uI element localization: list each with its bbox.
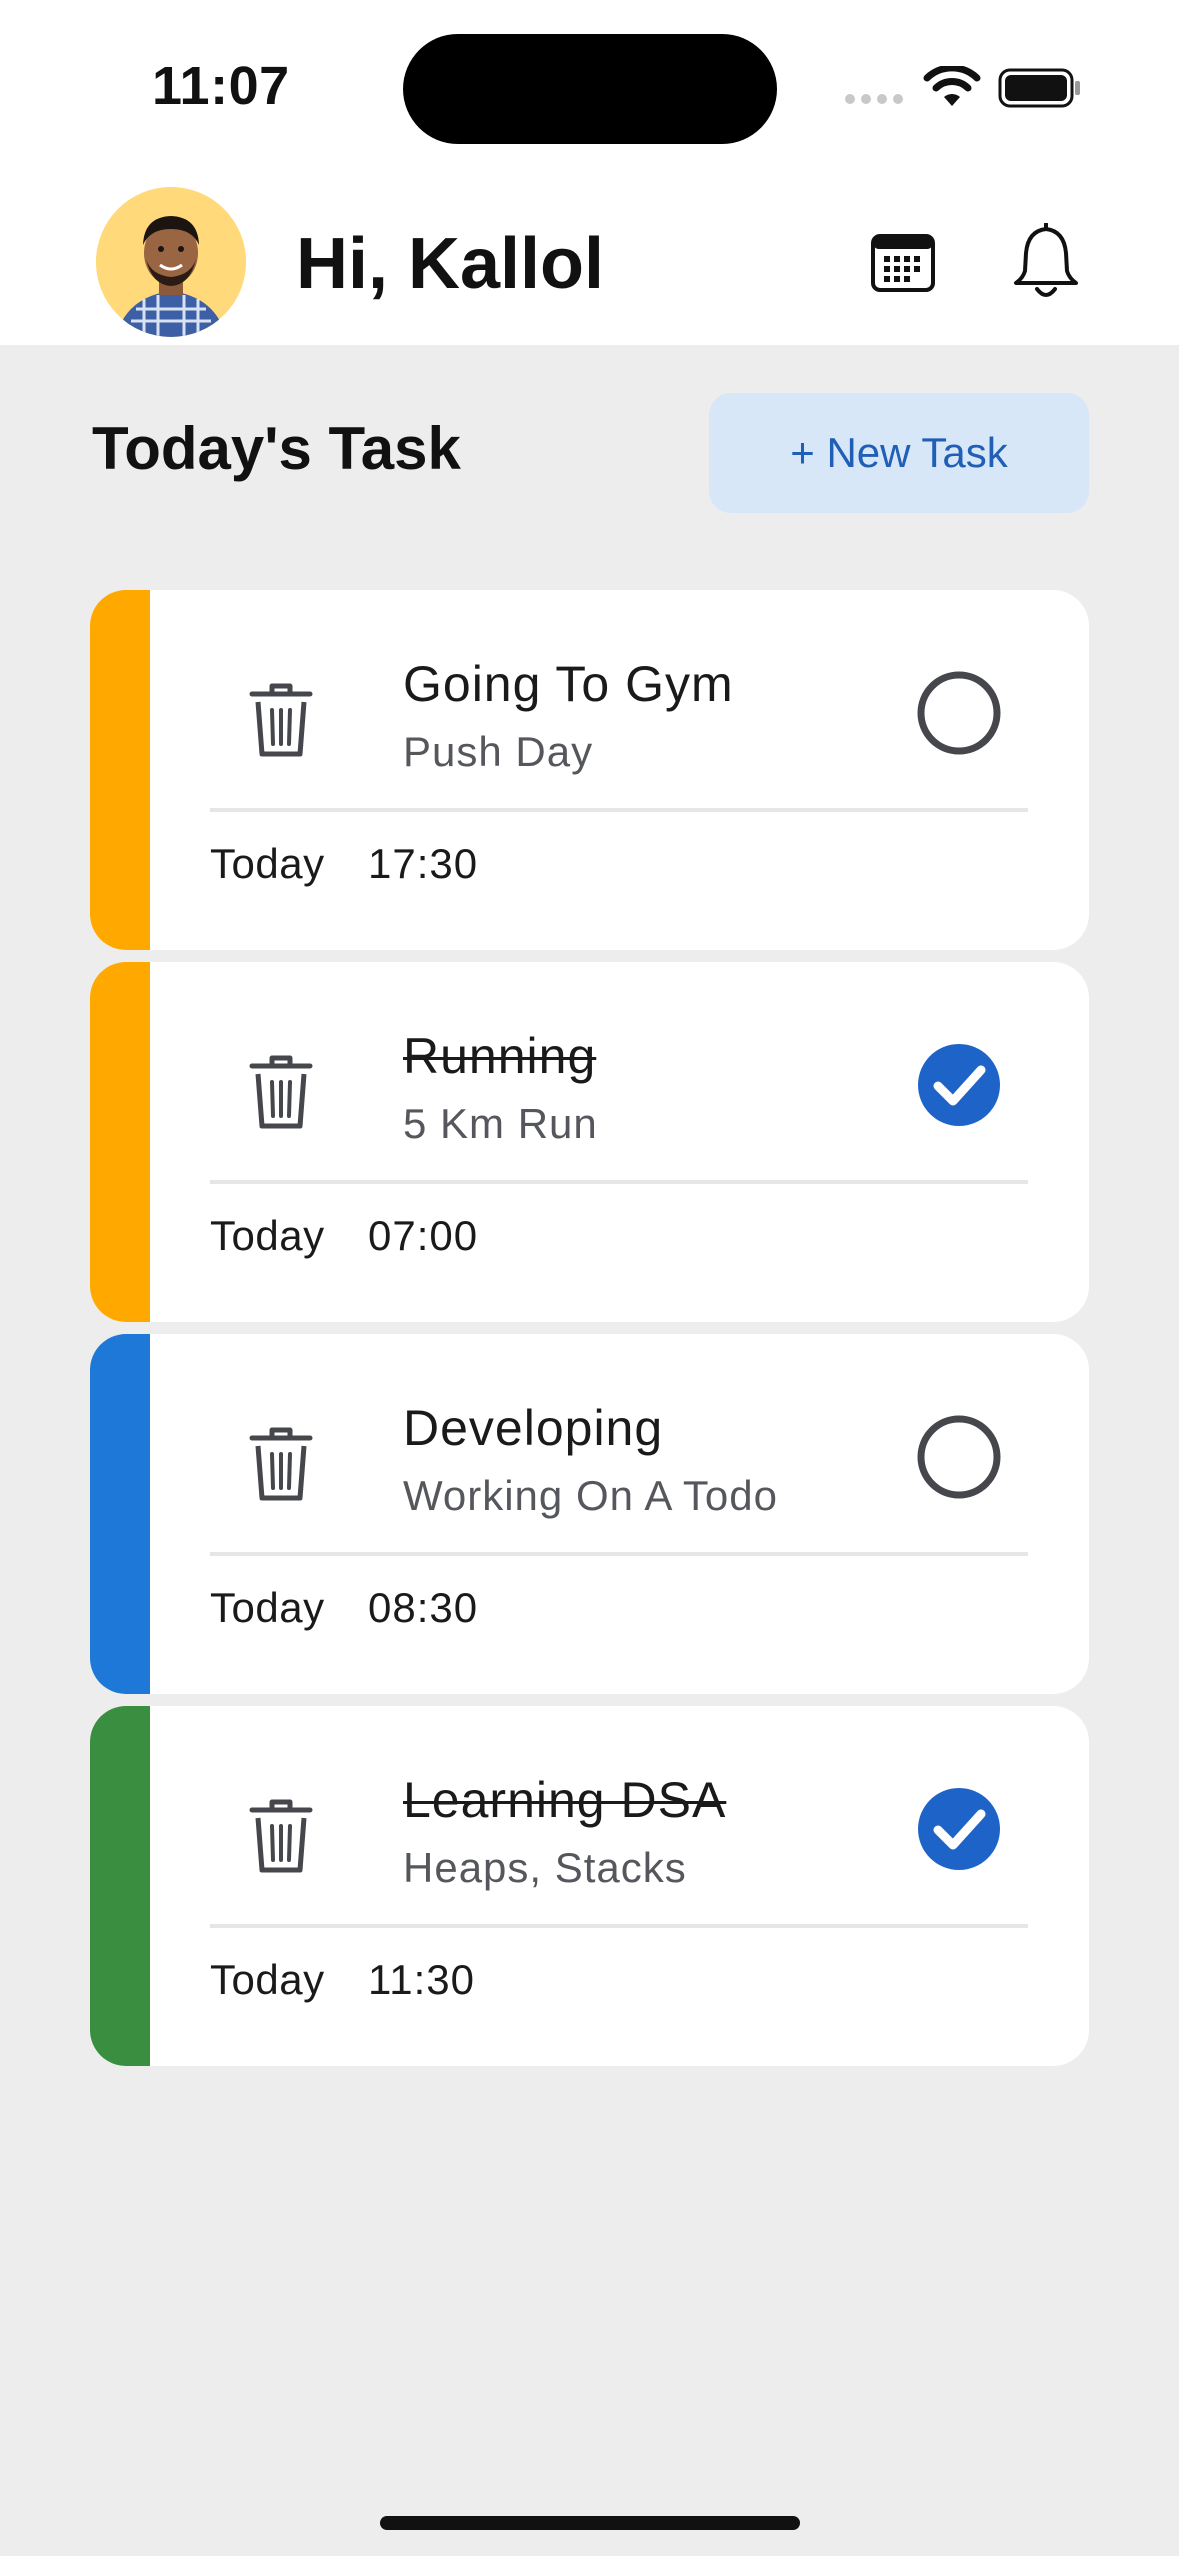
task-title: Going To Gym	[403, 656, 734, 712]
task-complete-toggle[interactable]	[916, 670, 1002, 756]
app-header: Hi, Kallol	[0, 175, 1179, 345]
status-time: 11:07	[152, 56, 290, 116]
wifi-icon	[923, 66, 981, 106]
dynamic-island	[403, 34, 777, 144]
task-color-stripe	[90, 962, 150, 1322]
section-title: Today's Task	[92, 415, 461, 482]
new-task-button[interactable]: + New Task	[709, 393, 1089, 513]
task-title: Learning DSA	[403, 1772, 727, 1828]
trash-icon	[249, 1427, 313, 1501]
task-day: Today	[210, 1956, 325, 2003]
bell-icon	[1014, 222, 1078, 297]
task-subtitle: Heaps, Stacks	[403, 1844, 687, 1891]
task-divider	[210, 1924, 1028, 1928]
task-color-stripe	[90, 1334, 150, 1694]
task-card[interactable]: Running 5 Km Run Today 07:00	[90, 962, 1089, 1322]
delete-task-button[interactable]	[248, 1796, 314, 1876]
calendar-button[interactable]	[868, 227, 938, 297]
task-complete-toggle[interactable]	[916, 1786, 1002, 1872]
task-complete-toggle[interactable]	[916, 1414, 1002, 1500]
task-card[interactable]: Developing Working On A Todo Today 08:30	[90, 1334, 1089, 1694]
task-title: Running	[403, 1028, 597, 1084]
task-subtitle: 5 Km Run	[403, 1100, 598, 1147]
trash-icon	[249, 1055, 313, 1129]
signal-dots-icon	[845, 94, 903, 104]
calendar-icon	[871, 234, 935, 292]
task-complete-toggle[interactable]	[916, 1042, 1002, 1128]
task-divider	[210, 1552, 1028, 1556]
avatar[interactable]	[96, 187, 246, 337]
task-time: 07:00	[368, 1212, 479, 1259]
trash-icon	[249, 1799, 313, 1873]
task-color-stripe	[90, 590, 150, 950]
task-day: Today	[210, 1212, 325, 1259]
checked-circle-icon	[918, 1044, 1000, 1126]
unchecked-circle-icon	[917, 671, 1001, 755]
task-day: Today	[210, 1584, 325, 1631]
task-color-stripe	[90, 1706, 150, 2066]
status-bar: 11:07	[0, 0, 1179, 175]
task-divider	[210, 808, 1028, 812]
unchecked-circle-icon	[917, 1415, 1001, 1499]
delete-task-button[interactable]	[248, 1052, 314, 1132]
greeting-title: Hi, Kallol	[296, 224, 605, 304]
notifications-button[interactable]	[1010, 222, 1082, 303]
battery-icon	[998, 68, 1080, 108]
delete-task-button[interactable]	[248, 680, 314, 760]
user-avatar-icon	[96, 187, 246, 337]
trash-icon	[249, 683, 313, 757]
home-indicator[interactable]	[380, 2516, 800, 2530]
task-subtitle: Working On A Todo	[403, 1472, 779, 1519]
task-day: Today	[210, 840, 325, 887]
delete-task-button[interactable]	[248, 1424, 314, 1504]
task-time: 17:30	[368, 840, 479, 887]
checked-circle-icon	[918, 1788, 1000, 1870]
task-time: 08:30	[368, 1584, 479, 1631]
task-card[interactable]: Going To Gym Push Day Today 17:30	[90, 590, 1089, 950]
task-time: 11:30	[368, 1956, 475, 2003]
task-subtitle: Push Day	[403, 728, 594, 775]
task-title: Developing	[403, 1400, 664, 1456]
task-divider	[210, 1180, 1028, 1184]
task-card[interactable]: Learning DSA Heaps, Stacks Today 11:30	[90, 1706, 1089, 2066]
